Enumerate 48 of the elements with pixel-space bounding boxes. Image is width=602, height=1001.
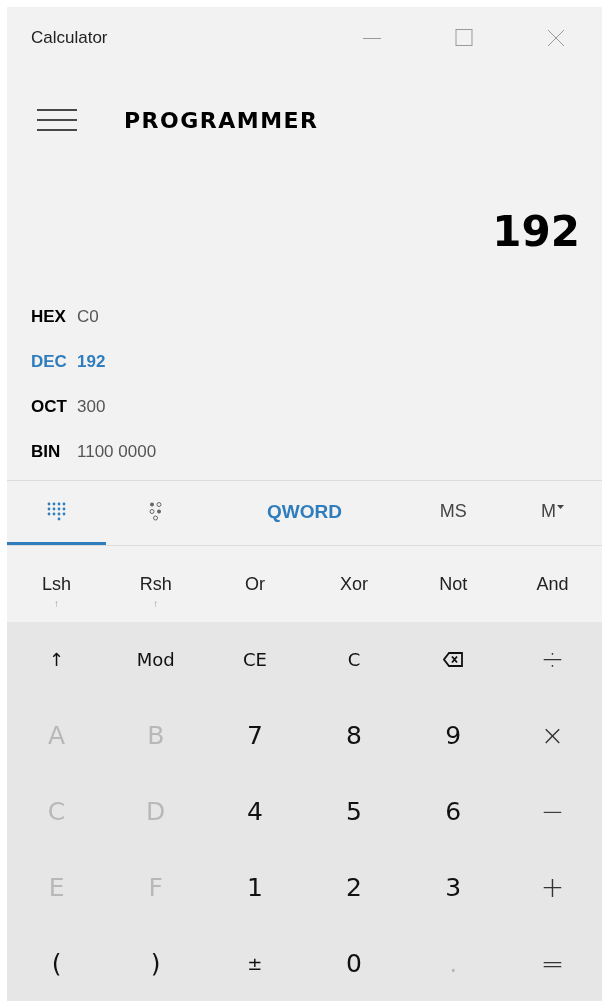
key[interactable]: Mod <box>106 622 206 698</box>
bitwise-button[interactable]: Xor <box>304 546 404 622</box>
digit-key[interactable]: ) <box>106 925 206 1001</box>
digit-key[interactable]: 0 <box>304 925 404 1001</box>
shift-arrow: ↑ <box>153 598 159 609</box>
digit-key[interactable]: 9 <box>403 697 503 774</box>
dots-icon <box>149 502 163 521</box>
bitwise-button[interactable]: And <box>502 546 602 622</box>
digit-key[interactable]: 3 <box>403 849 503 926</box>
digit-key[interactable]: 6 <box>403 773 503 850</box>
operator-key[interactable]: ÷ <box>502 622 602 698</box>
close-icon <box>546 28 566 48</box>
window-title: Calculator <box>31 28 109 48</box>
digit-key[interactable]: ( <box>7 925 107 1001</box>
digit-key[interactable]: 5 <box>304 773 404 850</box>
caret-icon <box>556 504 564 509</box>
key[interactable]: ↑ <box>7 622 107 698</box>
bitwise-button[interactable]: Or <box>205 546 305 622</box>
key[interactable]: CE <box>205 622 305 698</box>
radix-row[interactable]: BIN 1100 0000 <box>7 429 602 474</box>
digit-key[interactable]: 1 <box>205 849 305 926</box>
bitwise-button[interactable]: Rsh ↑ <box>106 546 206 622</box>
radix-row[interactable]: HEX C0 <box>7 294 602 339</box>
bitwise-button[interactable]: Not <box>403 546 503 622</box>
operator-key[interactable]: − <box>502 773 602 850</box>
bitwise-button[interactable]: Lsh ↑ <box>7 546 107 622</box>
operator-key[interactable]: × <box>502 697 602 774</box>
digit-key[interactable]: 8 <box>304 697 404 774</box>
radix-row[interactable]: DEC 192 <box>7 339 602 384</box>
operator-key[interactable]: = <box>502 925 602 1001</box>
backspace-icon <box>443 652 464 668</box>
radix-row[interactable]: OCT 300 <box>7 384 602 429</box>
mode-title: PROGRAMMER <box>124 107 319 133</box>
key[interactable]: C <box>304 622 404 698</box>
key[interactable]: ± <box>205 925 305 1001</box>
shift-arrow: ↑ <box>54 598 60 609</box>
word-size-button[interactable]: QWORD <box>205 481 404 545</box>
operator-key[interactable]: + <box>502 849 602 926</box>
memory-button[interactable]: M <box>502 481 602 545</box>
menu-icon <box>37 109 77 131</box>
digit-key[interactable]: 4 <box>205 773 305 850</box>
display-value: 192 <box>492 206 580 256</box>
digit-key[interactable]: 7 <box>205 697 305 774</box>
maximize-icon <box>454 28 474 48</box>
memory-store-button[interactable]: MS <box>403 481 503 545</box>
minimize-icon <box>363 37 381 39</box>
keypad-icon <box>47 502 67 521</box>
digit-key[interactable]: 2 <box>304 849 404 926</box>
